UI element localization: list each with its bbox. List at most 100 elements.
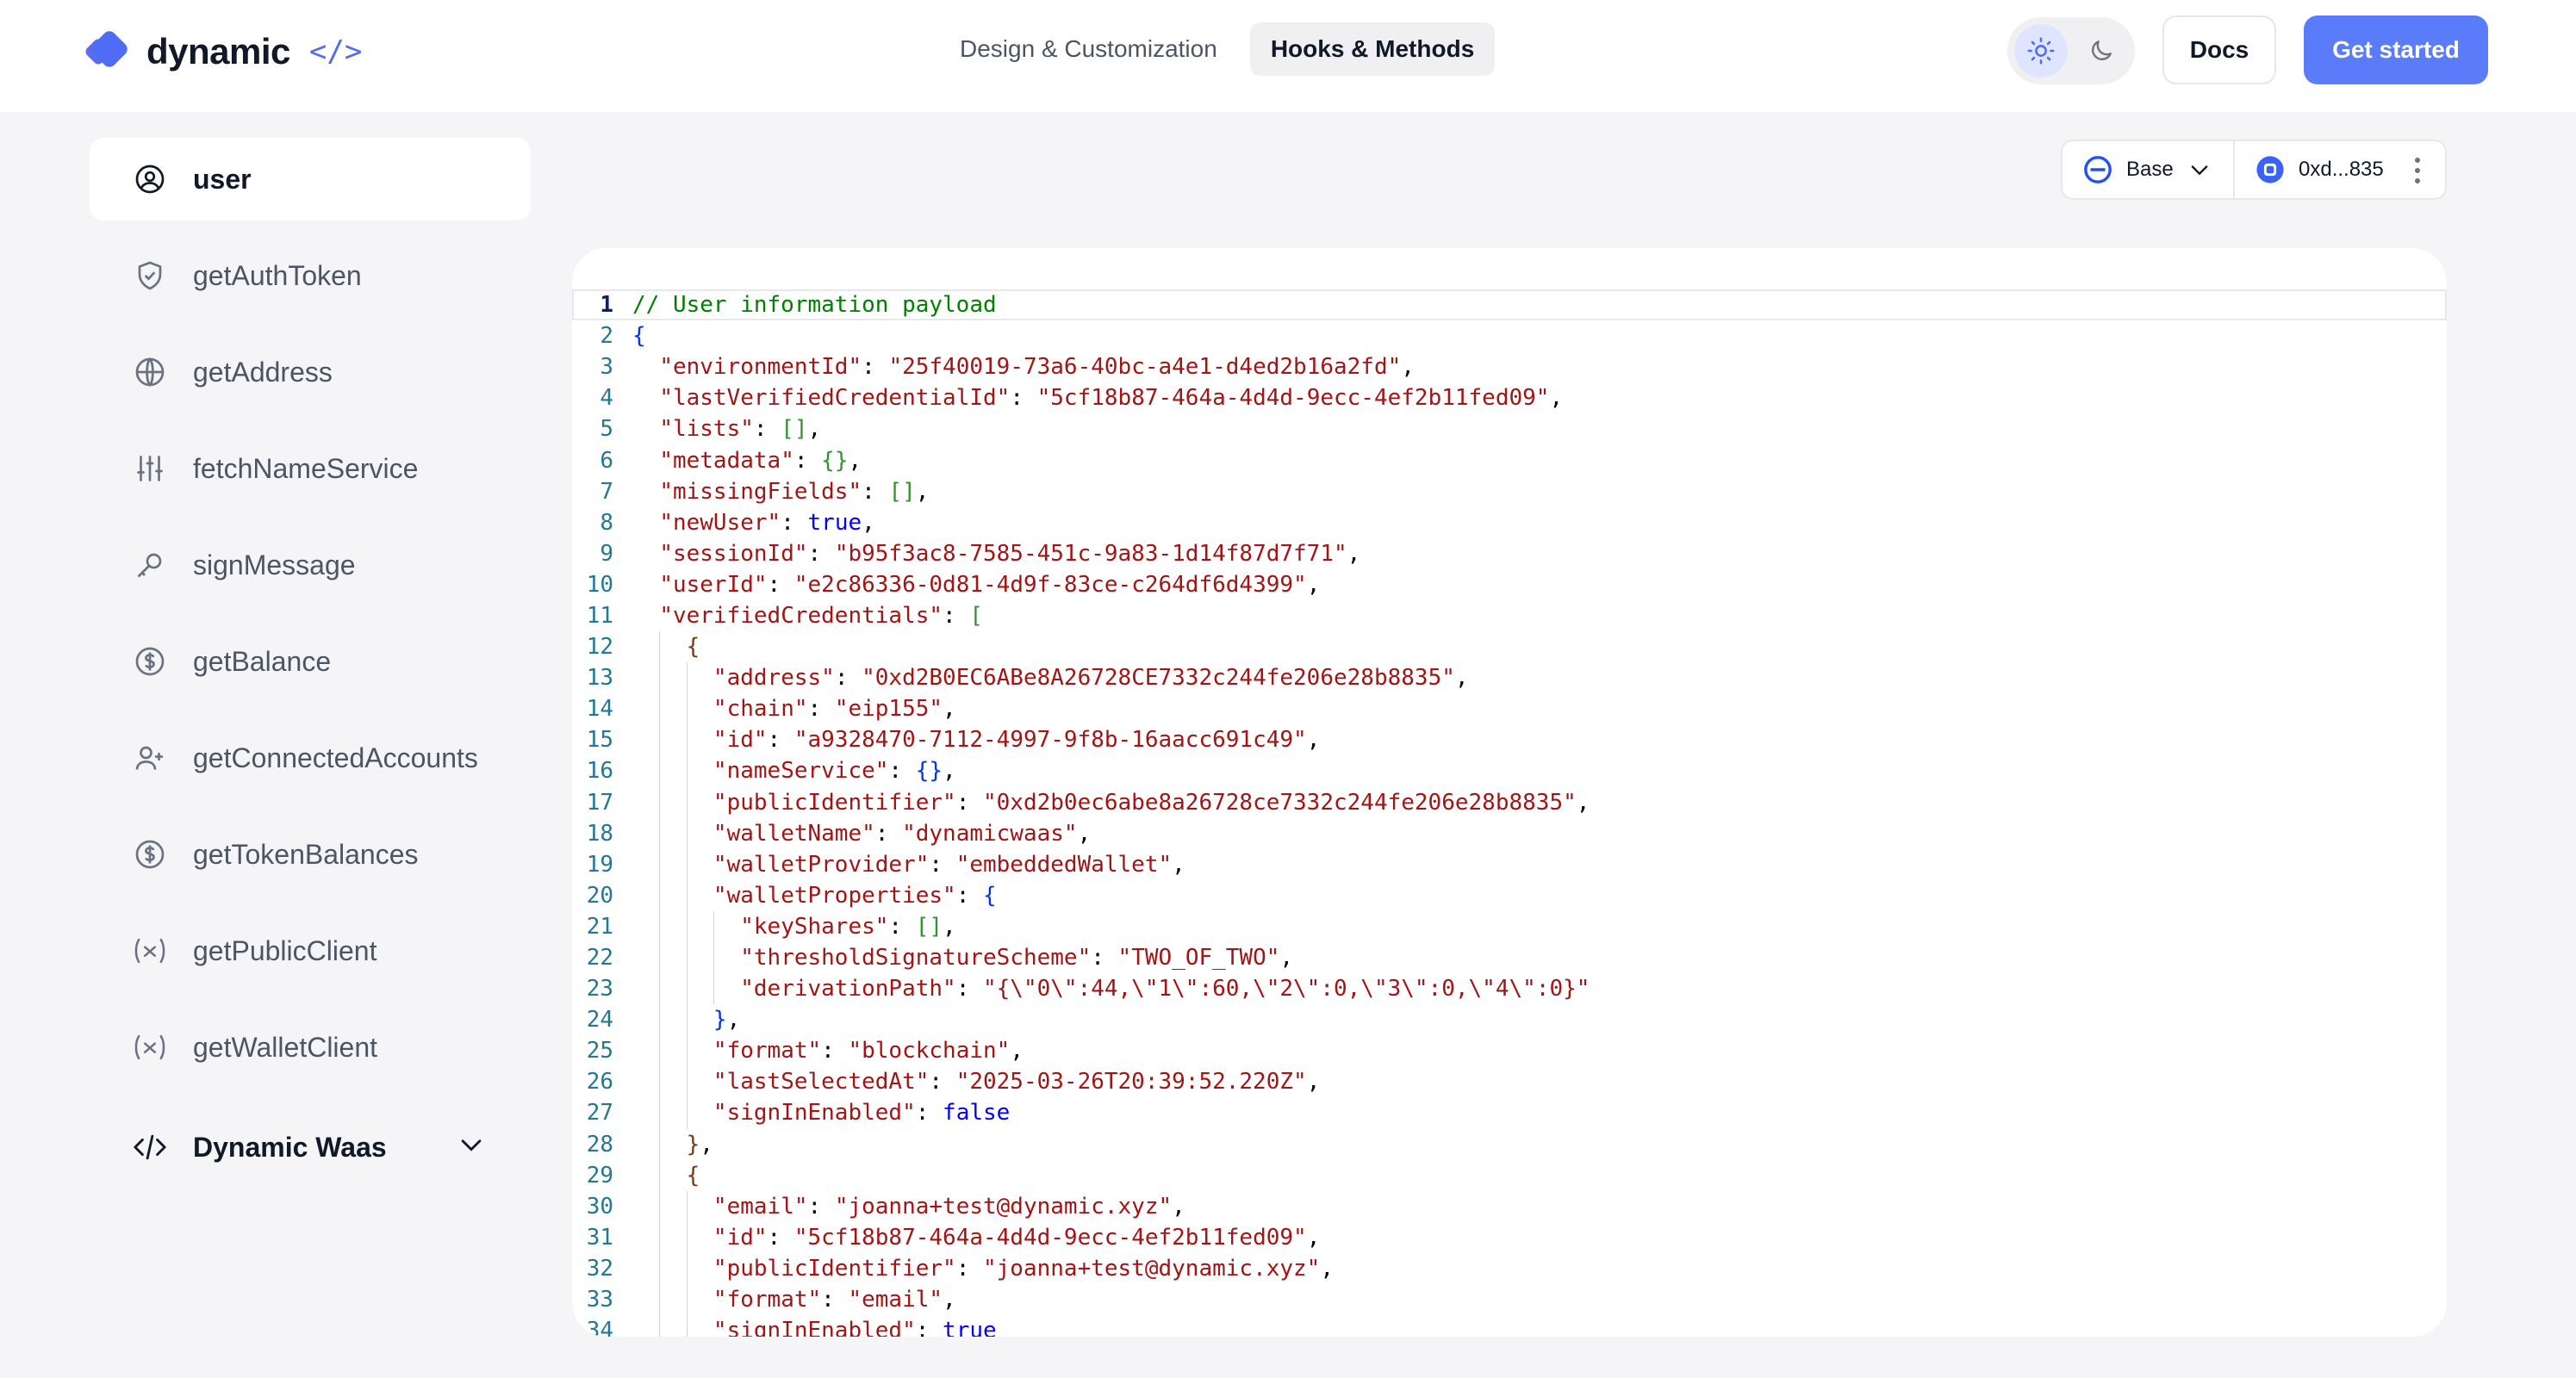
code-line: 10 "userId": "e2c86336-0d81-4d9f-83ce-c2… [572, 569, 2447, 600]
code-line: 5 "lists": [], [572, 413, 2447, 444]
sidebar-item-signmessage[interactable]: signMessage [90, 524, 531, 606]
sidebar-item-label: user [193, 163, 252, 195]
indent-guide [659, 848, 661, 880]
code-line: 1 // User information payload [572, 289, 2447, 321]
code-text: "lastSelectedAt": "2025-03-26T20:39:52.2… [712, 1069, 1321, 1096]
indent-guide [659, 1097, 661, 1129]
line-number: 3 [600, 354, 613, 381]
line-number: 2 [600, 323, 613, 350]
network-label: Base [2126, 158, 2174, 181]
docs-button[interactable]: Docs [2162, 16, 2276, 84]
code-text: "publicIdentifier": "joanna+test@dynamic… [712, 1255, 1334, 1282]
user-plus-icon [133, 741, 167, 775]
code-line: 12 { [572, 631, 2447, 663]
indent-guide [686, 1252, 688, 1284]
code-viewer[interactable]: 1// User information payload 2{3 "environ… [572, 248, 2447, 1337]
code-line: 27 "signInEnabled": false [572, 1097, 2447, 1129]
indent-guide [686, 1315, 688, 1337]
indent-guide [659, 1066, 661, 1098]
sidebar-item-label: getBalance [193, 645, 332, 677]
wallet-avatar-icon [2256, 156, 2284, 183]
shield-check-icon [133, 258, 167, 293]
sidebar-item-getwalletclient[interactable]: getWalletClient [90, 1006, 531, 1089]
code-line: 7 "missingFields": [], [572, 476, 2447, 507]
dark-mode-button[interactable] [2075, 24, 2128, 78]
indent-guide [659, 1221, 661, 1253]
indent-guide [659, 1190, 661, 1222]
line-number: 23 [586, 976, 613, 1002]
code-line: 15 "id": "a9328470-7112-4997-9f8b-16aacc… [572, 724, 2447, 756]
indent-guide [686, 817, 688, 849]
chain-wallet-selector: Base 0xd...835 [2061, 140, 2447, 200]
line-number: 22 [586, 945, 613, 971]
code-text: "nameService": {}, [712, 758, 956, 785]
code-line: 6 "metadata": {}, [572, 444, 2447, 475]
code-text: "sessionId": "b95f3ac8-7585-451c-9a83-1d… [659, 540, 1361, 567]
sidebar-group-dynamic-waas[interactable]: Dynamic Waas [90, 1106, 531, 1189]
indent-guide [659, 879, 661, 911]
dynamic-logo-icon [84, 28, 133, 74]
sidebar-item-label: getAuthToken [193, 259, 362, 291]
code-line: 19 "walletProvider": "embeddedWallet", [572, 848, 2447, 880]
code-line: 9 "sessionId": "b95f3ac8-7585-451c-9a83-… [572, 538, 2447, 569]
wallet-address: 0xd...835 [2299, 158, 2384, 181]
dynamic-logo[interactable]: dynamic </> [84, 28, 362, 74]
sidebar-item-gettokenbalances[interactable]: getTokenBalances [90, 813, 531, 896]
line-number: 19 [586, 851, 613, 878]
network-select[interactable]: Base [2063, 141, 2235, 198]
sidebar-item-getconnectedaccounts[interactable]: getConnectedAccounts [90, 717, 531, 799]
sidebar-item-label: fetchNameService [193, 452, 419, 484]
line-number: 14 [586, 696, 613, 723]
indent-guide [659, 1252, 661, 1284]
sidebar-item-getauthtoken[interactable]: getAuthToken [90, 234, 531, 317]
indent-guide [659, 693, 661, 725]
line-number: 16 [586, 758, 613, 785]
indent-guide [659, 973, 661, 1005]
get-started-button[interactable]: Get started [2304, 16, 2488, 84]
code-text: "derivationPath": "{\"0\":44,\"1\":60,\"… [740, 976, 1590, 1002]
indent-guide [686, 786, 688, 818]
light-mode-button[interactable] [2014, 24, 2068, 78]
sidebar-item-label: getAddress [193, 356, 333, 388]
wallet-select[interactable]: 0xd...835 [2235, 141, 2445, 198]
code-text: "address": "0xd2B0EC6ABe8A26728CE7332c24… [712, 665, 1469, 692]
code-lines: 1// User information payload 2{3 "environ… [572, 289, 2447, 1337]
more-vertical-icon[interactable] [2414, 157, 2421, 184]
code-text: { [686, 634, 700, 661]
sidebar-item-label: signMessage [193, 549, 356, 580]
code-text: "id": "a9328470-7112-4997-9f8b-16aacc691… [712, 727, 1321, 754]
line-number: 21 [586, 913, 613, 940]
line-number: 34 [586, 1318, 613, 1337]
tab-design-customization[interactable]: Design & Customization [939, 22, 1238, 76]
code-line: 22 "thresholdSignatureScheme": "TWO_OF_T… [572, 941, 2447, 974]
indent-guide [659, 910, 661, 942]
sidebar-item-getaddress[interactable]: getAddress [90, 331, 531, 413]
indent-guide [659, 1004, 661, 1036]
tab-hooks-methods[interactable]: Hooks & Methods [1249, 22, 1496, 76]
sun-icon [2027, 37, 2055, 65]
sidebar-item-user[interactable]: user [90, 138, 531, 220]
sidebar-item-getbalance[interactable]: getBalance [90, 620, 531, 703]
variable-icon [133, 1030, 167, 1065]
sidebar-item-getpublicclient[interactable]: getPublicClient [90, 909, 531, 992]
variable-icon [133, 934, 167, 968]
line-number: 25 [586, 1038, 613, 1065]
indent-guide [686, 1284, 688, 1316]
code-line: 13 "address": "0xd2B0EC6ABe8A26728CE7332… [572, 662, 2447, 694]
indent-guide [659, 1284, 661, 1316]
sidebar-item-fetchnameservice[interactable]: fetchNameService [90, 427, 531, 510]
indent-guide [659, 631, 661, 663]
chevron-down-icon [2191, 165, 2208, 176]
indent-guide [686, 1221, 688, 1253]
indent-guide [712, 910, 714, 942]
main-nav: Design & Customization Hooks & Methods [939, 22, 1496, 76]
indent-guide [686, 1066, 688, 1098]
sidebar-item-label: getPublicClient [193, 934, 377, 966]
code-line: 16 "nameService": {}, [572, 755, 2447, 787]
base-network-icon [2084, 156, 2112, 183]
line-number: 1 [600, 292, 613, 319]
code-text: "walletProvider": "embeddedWallet", [712, 851, 1185, 878]
code-line: 29 { [572, 1159, 2447, 1191]
line-number: 29 [586, 1162, 613, 1189]
line-number: 27 [586, 1100, 613, 1127]
